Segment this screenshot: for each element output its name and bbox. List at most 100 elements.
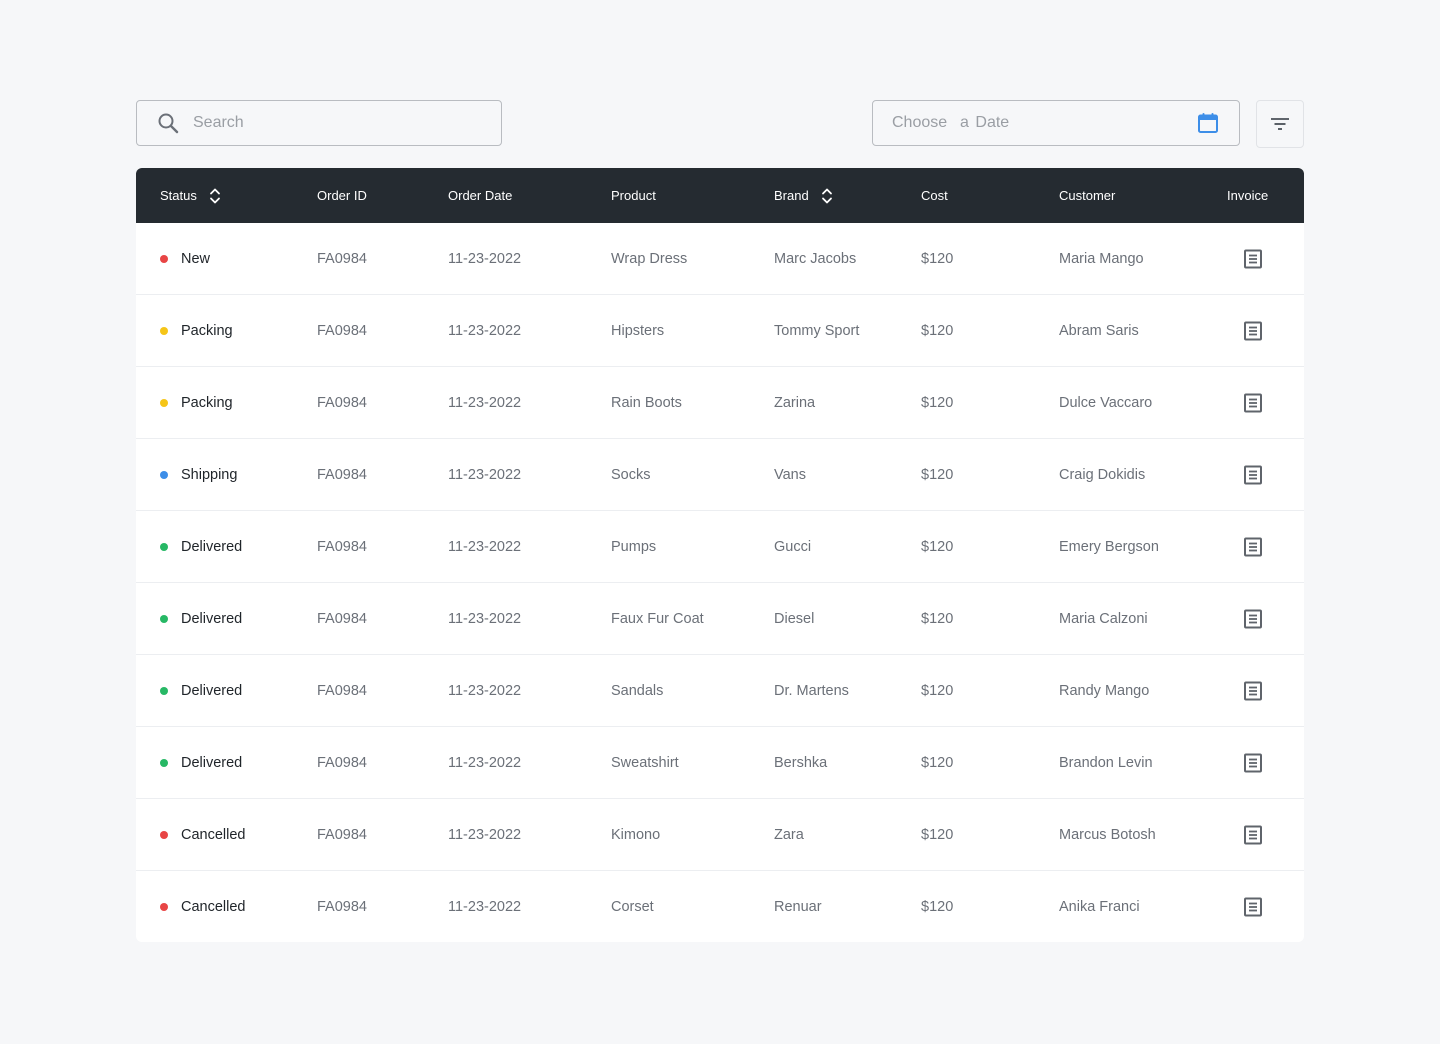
column-header-customer[interactable]: Customer [1059, 168, 1115, 223]
table-row[interactable]: Packing FA0984 11-23-2022 Rain Boots Zar… [136, 366, 1304, 438]
date-input[interactable] [892, 103, 1197, 143]
table-row[interactable]: Shipping FA0984 11-23-2022 Socks Vans $1… [136, 438, 1304, 510]
customer-cell: Maria Mango [1059, 250, 1144, 267]
search-box[interactable] [136, 100, 502, 146]
column-label: Customer [1059, 188, 1116, 203]
invoice-icon[interactable] [1243, 681, 1263, 701]
invoice-icon[interactable] [1243, 321, 1263, 341]
column-header-order-id[interactable]: Order ID [317, 168, 367, 223]
brand-cell: Diesel [774, 610, 815, 627]
customer-cell: Randy Mango [1059, 682, 1150, 699]
column-header-cost[interactable]: Cost [921, 168, 948, 223]
invoice-icon[interactable] [1243, 825, 1263, 845]
product-cell: Sandals [611, 682, 664, 699]
brand-cell: Tommy Sport [774, 322, 860, 339]
order-id-cell: FA0984 [317, 322, 367, 339]
status-cell: Delivered [160, 511, 242, 582]
filter-button[interactable] [1256, 100, 1304, 148]
invoice-cell [1243, 439, 1263, 510]
table-row[interactable]: Delivered FA0984 11-23-2022 Sweatshirt B… [136, 726, 1304, 798]
brand-cell: Renuar [774, 898, 822, 915]
column-label: Invoice [1227, 188, 1269, 203]
invoice-icon[interactable] [1243, 609, 1263, 629]
product-cell: Rain Boots [611, 394, 682, 411]
invoice-cell [1243, 295, 1263, 366]
table-body: New FA0984 11-23-2022 Wrap Dress Marc Ja… [136, 223, 1304, 942]
order-date-cell: 11-23-2022 [448, 754, 522, 771]
column-label: Status [160, 188, 197, 203]
table-row[interactable]: Cancelled FA0984 11-23-2022 Kimono Zara … [136, 798, 1304, 870]
customer-cell: Marcus Botosh [1059, 826, 1156, 843]
status-cell: Delivered [160, 655, 242, 726]
sort-icon[interactable] [209, 187, 221, 205]
status-dot [160, 830, 168, 839]
status-label: Packing [181, 322, 233, 339]
customer-cell: Craig Dokidis [1059, 466, 1146, 483]
table-row[interactable]: New FA0984 11-23-2022 Wrap Dress Marc Ja… [136, 223, 1304, 294]
order-date-cell: 11-23-2022 [448, 250, 522, 267]
product-cell: Corset [611, 898, 654, 915]
table-row[interactable]: Delivered FA0984 11-23-2022 Sandals Dr. … [136, 654, 1304, 726]
order-id-cell: FA0984 [317, 610, 367, 627]
product-cell: Pumps [611, 538, 657, 555]
order-id-cell: FA0984 [317, 250, 367, 267]
invoice-icon[interactable] [1243, 249, 1263, 269]
order-date-cell: 11-23-2022 [448, 394, 522, 411]
status-label: Delivered [181, 538, 243, 555]
status-label: Delivered [181, 682, 243, 699]
cost-cell: $120 [921, 466, 954, 483]
order-date-cell: 11-23-2022 [448, 682, 522, 699]
invoice-icon[interactable] [1243, 393, 1263, 413]
column-label: Cost [921, 188, 948, 203]
status-dot [160, 614, 168, 623]
status-dot [160, 398, 168, 407]
search-icon [157, 112, 179, 134]
order-id-cell: FA0984 [317, 754, 367, 771]
order-date-cell: 11-23-2022 [448, 322, 522, 339]
status-label: Cancelled [181, 826, 246, 843]
invoice-icon[interactable] [1243, 537, 1263, 557]
sort-icon[interactable] [821, 187, 833, 205]
table-row[interactable]: Delivered FA0984 11-23-2022 Faux Fur Coa… [136, 582, 1304, 654]
status-label: Delivered [181, 610, 243, 627]
invoice-cell [1243, 727, 1263, 798]
date-picker[interactable] [872, 100, 1240, 146]
table-row[interactable]: Delivered FA0984 11-23-2022 Pumps Gucci … [136, 510, 1304, 582]
status-cell: Packing [160, 367, 233, 438]
status-cell: Delivered [160, 727, 242, 798]
table-row[interactable]: Packing FA0984 11-23-2022 Hipsters Tommy… [136, 294, 1304, 366]
search-input[interactable] [193, 103, 501, 143]
cost-cell: $120 [921, 754, 954, 771]
invoice-icon[interactable] [1243, 753, 1263, 773]
status-cell: Cancelled [160, 799, 246, 870]
order-id-cell: FA0984 [317, 682, 367, 699]
cost-cell: $120 [921, 322, 954, 339]
invoice-cell [1243, 367, 1263, 438]
brand-cell: Zarina [774, 394, 816, 411]
column-label: Order Date [448, 188, 513, 203]
invoice-icon[interactable] [1243, 897, 1263, 917]
order-date-cell: 11-23-2022 [448, 466, 522, 483]
column-label: Brand [774, 188, 809, 203]
table-row[interactable]: Cancelled FA0984 11-23-2022 Corset Renua… [136, 870, 1304, 942]
invoice-icon[interactable] [1243, 465, 1263, 485]
column-header-status[interactable]: Status [160, 168, 221, 223]
status-dot [160, 542, 168, 551]
status-label: Packing [181, 394, 233, 411]
column-header-brand[interactable]: Brand [774, 168, 833, 223]
column-header-product[interactable]: Product [611, 168, 656, 223]
order-id-cell: FA0984 [317, 466, 367, 483]
status-dot [160, 758, 168, 767]
order-id-cell: FA0984 [317, 826, 367, 843]
status-label: New [181, 250, 211, 267]
product-cell: Wrap Dress [611, 250, 688, 267]
invoice-cell [1243, 799, 1263, 870]
product-cell: Hipsters [611, 322, 665, 339]
product-cell: Faux Fur Coat [611, 610, 704, 627]
status-label: Shipping [181, 466, 238, 483]
cost-cell: $120 [921, 898, 954, 915]
customer-cell: Dulce Vaccaro [1059, 394, 1153, 411]
table-header: Status Order ID Order Date Product Brand [136, 168, 1304, 223]
calendar-icon[interactable] [1197, 112, 1219, 134]
column-header-order-date[interactable]: Order Date [448, 168, 512, 223]
